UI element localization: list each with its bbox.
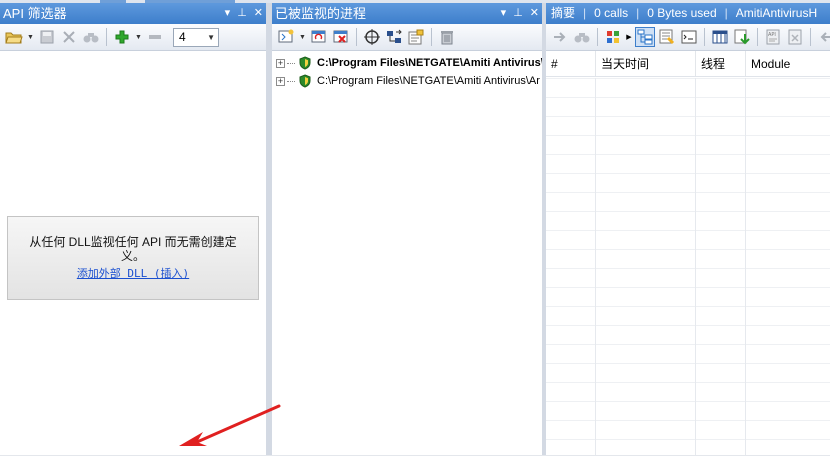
add-button[interactable] xyxy=(112,27,132,47)
process-node[interactable]: + C:\Program Files\NETGATE\Amiti Antivir… xyxy=(276,72,542,90)
save-icon xyxy=(40,30,54,44)
close-icon[interactable]: ✕ xyxy=(530,8,539,19)
empty-filter-message: 从任何 DLL监视任何 API 而无需创建定义。 xyxy=(29,235,237,263)
pin-icon[interactable]: ⊥ xyxy=(237,8,247,19)
columns-icon xyxy=(712,30,728,44)
console-button[interactable] xyxy=(679,27,699,47)
api-info-button[interactable]: API xyxy=(763,27,783,47)
refresh-process-button[interactable] xyxy=(309,27,329,47)
api-filter-toolbar: ▼ ▼ 4 ▼ xyxy=(0,24,266,51)
dropdown-icon[interactable]: ▾ xyxy=(501,8,507,19)
properties-icon xyxy=(408,29,424,45)
remove-button[interactable] xyxy=(145,27,165,47)
tree-view-button[interactable] xyxy=(635,27,655,47)
arrow-right-icon xyxy=(554,32,566,42)
chevron-down-icon[interactable]: ▼ xyxy=(26,34,35,41)
expand-icon[interactable]: + xyxy=(276,76,285,86)
annotation-arrow xyxy=(179,404,281,446)
save-button[interactable] xyxy=(37,27,57,47)
calls-count: 0 calls xyxy=(594,6,629,20)
monitor-new-process-button[interactable] xyxy=(276,27,296,47)
columns-button[interactable] xyxy=(710,27,730,47)
crosshair-icon xyxy=(364,29,380,45)
summary-title: 摘要 xyxy=(551,6,576,20)
go-to-call-button[interactable] xyxy=(550,27,570,47)
window-close-icon xyxy=(333,30,348,43)
grid-rows xyxy=(546,78,830,455)
column-header-index[interactable]: # xyxy=(546,51,596,76)
api-filter-pane: API 筛选器 ▾ ⊥ ✕ ▼ ▼ 4 ▼ 从任何 DLL监视任何 API 而无… xyxy=(0,3,266,455)
color-grid-icon xyxy=(607,31,619,43)
api-remove-button[interactable] xyxy=(785,27,805,47)
api-remove-icon xyxy=(788,29,802,45)
close-icon[interactable]: ✕ xyxy=(254,8,263,19)
column-header-module[interactable]: Module xyxy=(746,51,830,76)
download-icon xyxy=(734,29,750,45)
level-value: 4 xyxy=(179,30,186,44)
process-name: AmitiAntivirusH xyxy=(735,6,818,20)
summary-pane: 摘要 | 0 calls | 0 Bytes used | AmitiAntiv… xyxy=(546,3,830,455)
api-doc-icon: API xyxy=(766,29,780,45)
process-tree: + C:\Program Files\NETGATE\Amiti Antivir… xyxy=(276,54,542,90)
process-path: C:\Program Files\NETGATE\Amiti Antivirus… xyxy=(317,75,540,87)
column-header-time[interactable]: 当天时间 xyxy=(596,51,696,76)
add-external-dll-link[interactable]: 添加外部 DLL (插入) xyxy=(77,265,189,281)
new-process-icon xyxy=(278,29,294,43)
console-icon xyxy=(681,30,697,44)
process-tree-button[interactable] xyxy=(384,27,404,47)
find-button[interactable] xyxy=(572,27,592,47)
binoculars-icon xyxy=(574,33,590,43)
minus-icon xyxy=(149,35,161,39)
grid-header: # 当天时间 线程 Module xyxy=(546,51,830,77)
api-filter-title: API 筛选器 xyxy=(3,6,67,21)
back-button[interactable] xyxy=(816,27,830,47)
export-button[interactable] xyxy=(732,27,752,47)
plus-icon xyxy=(115,30,129,44)
chevron-down-icon: ▼ xyxy=(207,32,215,42)
process-path: C:\Program Files\NETGATE\Amiti Antivirus… xyxy=(317,57,542,69)
tree-icon xyxy=(387,29,402,43)
arrow-left-icon xyxy=(820,32,830,42)
cross-icon xyxy=(63,31,75,43)
svg-text:API: API xyxy=(768,32,776,38)
processes-toolbar: ▼ xyxy=(272,24,542,51)
trash-icon xyxy=(441,31,453,45)
process-node[interactable]: + C:\Program Files\NETGATE\Amiti Antivir… xyxy=(276,54,542,72)
processes-titlebar: 已被监视的进程 ▾ ⊥ ✕ xyxy=(272,3,542,24)
shield-icon xyxy=(299,74,311,88)
refresh-icon xyxy=(311,30,326,43)
expand-icon[interactable]: + xyxy=(276,58,285,68)
dropdown-icon[interactable]: ▾ xyxy=(225,8,231,19)
crosshair-button[interactable] xyxy=(362,27,382,47)
properties-button[interactable] xyxy=(406,27,426,47)
highlight-icon xyxy=(659,29,675,45)
play-icon[interactable]: ▶ xyxy=(625,27,633,47)
stop-monitoring-button[interactable] xyxy=(331,27,351,47)
open-folder-icon xyxy=(5,32,23,44)
bytes-used: 0 Bytes used xyxy=(647,6,717,20)
tree-view-icon xyxy=(637,29,653,45)
summary-titlebar: 摘要 | 0 calls | 0 Bytes used | AmitiAntiv… xyxy=(546,3,830,24)
status-strip xyxy=(0,455,830,472)
pin-icon[interactable]: ⊥ xyxy=(513,8,523,19)
app-window: API 筛选器 ▾ ⊥ ✕ ▼ ▼ 4 ▼ 从任何 DLL监视任何 API 而无… xyxy=(0,0,830,472)
api-filter-titlebar: API 筛选器 ▾ ⊥ ✕ xyxy=(0,3,266,24)
empty-filter-panel: 从任何 DLL监视任何 API 而无需创建定义。 添加外部 DLL (插入) xyxy=(7,216,259,300)
find-button[interactable] xyxy=(81,27,101,47)
highlight-button[interactable] xyxy=(657,27,677,47)
calls-grid: # 当天时间 线程 Module xyxy=(546,51,830,455)
recycle-bin-button[interactable] xyxy=(437,27,457,47)
binoculars-icon xyxy=(83,33,99,43)
summary-toolbar: ▶ API xyxy=(546,24,830,51)
chevron-down-icon[interactable]: ▼ xyxy=(134,34,143,41)
level-combobox[interactable]: 4 ▼ xyxy=(173,27,219,47)
color-coding-button[interactable] xyxy=(603,27,623,47)
processes-title: 已被监视的进程 xyxy=(275,6,367,21)
open-folder-button[interactable] xyxy=(4,27,24,47)
column-header-thread[interactable]: 线程 xyxy=(696,51,746,76)
chevron-down-icon[interactable]: ▼ xyxy=(298,34,307,41)
shield-icon xyxy=(299,56,311,70)
delete-button[interactable] xyxy=(59,27,79,47)
monitored-processes-pane: 已被监视的进程 ▾ ⊥ ✕ ▼ + C:\Program Files\NETGA… xyxy=(272,3,542,455)
